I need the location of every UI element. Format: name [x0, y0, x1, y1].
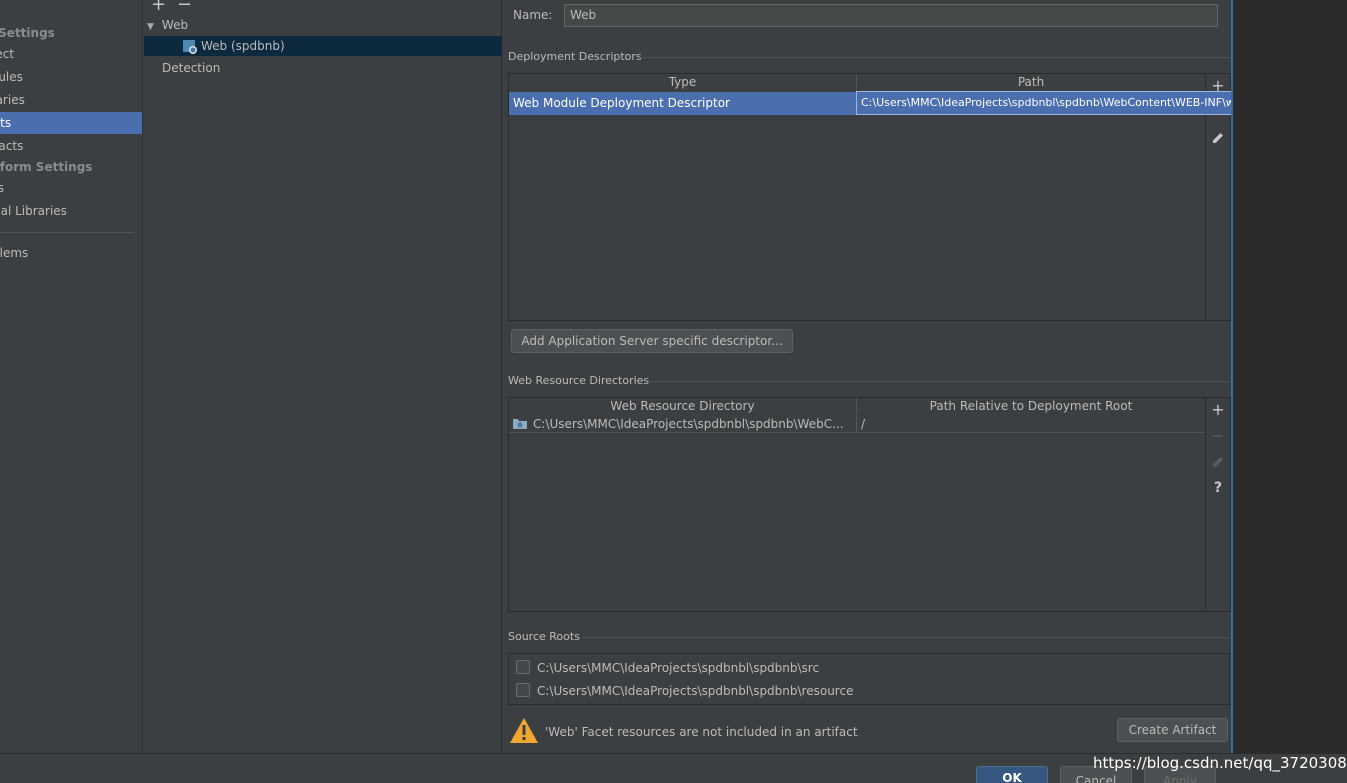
edit-descriptor-icon[interactable]	[1206, 126, 1230, 150]
remove-facet-icon[interactable]: −	[177, 0, 192, 15]
nav-item-global-libraries[interactable]: Global Libraries	[0, 200, 142, 222]
group-divider	[583, 637, 1230, 638]
source-root-checkbox[interactable]	[516, 659, 530, 674]
source-root-label: C:\Users\MMC\IdeaProjects\spdbnbl\spdbnb…	[537, 661, 820, 675]
nav-item-libraries[interactable]: Libraries	[0, 89, 142, 111]
background-area	[1233, 0, 1347, 753]
table-row[interactable]: C:\Users\MMC\IdeaProjects\spdbnbl\spdbnb…	[509, 416, 1206, 433]
tree-node-web-spdbnb-label: Web (spdbnb)	[201, 39, 285, 53]
web-resource-directories-title: Web Resource Directories	[508, 374, 650, 387]
column-header-relative-path[interactable]: Path Relative to Deployment Root	[857, 398, 1206, 415]
column-header-resource-dir[interactable]: Web Resource Directory	[509, 398, 857, 415]
descriptor-type-cell[interactable]: Web Module Deployment Descriptor	[509, 92, 857, 115]
nav-item-modules[interactable]: Modules	[0, 66, 142, 88]
source-root-item[interactable]: C:\Users\MMC\IdeaProjects\spdbnbl\spdbnb…	[516, 681, 853, 701]
add-facet-icon[interactable]: +	[151, 0, 166, 15]
relative-path-cell[interactable]: /	[857, 416, 1206, 433]
help-icon[interactable]: ?	[1206, 476, 1230, 500]
add-server-descriptor-button[interactable]: Add Application Server specific descript…	[511, 329, 793, 353]
create-artifact-button[interactable]: Create Artifact	[1117, 718, 1228, 742]
nav-item-sdks[interactable]: SDKs	[0, 177, 142, 199]
table-header: Web Resource Directory Path Relative to …	[509, 398, 1206, 415]
nav-header-platform-settings: Platform Settings	[0, 160, 93, 174]
web-facet-icon	[183, 40, 197, 54]
column-header-path[interactable]: Path	[857, 74, 1206, 91]
tree-node-web-label: Web	[161, 18, 189, 32]
source-root-label: C:\Users\MMC\IdeaProjects\spdbnbl\spdbnb…	[537, 684, 854, 698]
add-descriptor-icon[interactable]: +	[1206, 74, 1230, 98]
nav-item-problems[interactable]: Problems	[0, 242, 142, 264]
watermark-text: https://blog.csdn.net/qq_37203082	[1093, 754, 1347, 772]
deployment-toolbar: +	[1206, 74, 1230, 154]
nav-item-facets[interactable]: Facets	[0, 112, 142, 134]
source-root-item[interactable]: C:\Users\MMC\IdeaProjects\spdbnbl\spdbnb…	[516, 658, 819, 678]
tree-node-web[interactable]: ▼ Web	[147, 15, 188, 35]
name-input[interactable]: Web	[564, 4, 1218, 27]
facet-tree-panel: + − ▼ Web Web (spdbnb) Detection	[144, 0, 502, 753]
nav-item-artifacts[interactable]: Artifacts	[0, 135, 142, 157]
tree-node-detection[interactable]: Detection	[162, 58, 220, 78]
column-header-type[interactable]: Type	[509, 74, 857, 91]
table-header: Type Path	[509, 74, 1206, 91]
nav-header-project-settings: ect Settings	[0, 26, 55, 40]
resources-toolbar: + − ?	[1206, 398, 1230, 508]
warning-message: 'Web' Facet resources are not included i…	[545, 725, 858, 739]
facet-settings-panel: Name: Web Deployment Descriptors Type Pa…	[503, 0, 1321, 753]
nav-item-project[interactable]: Project	[0, 43, 142, 65]
tree-node-web-spdbnb[interactable]: Web (spdbnb)	[144, 36, 502, 56]
resource-dir-cell[interactable]: C:\Users\MMC\IdeaProjects\spdbnbl\spdbnb…	[529, 416, 857, 433]
deployment-descriptors-title: Deployment Descriptors	[508, 50, 642, 63]
source-roots-title: Source Roots	[508, 630, 580, 643]
add-resource-icon[interactable]: +	[1206, 398, 1230, 422]
web-resources-table: Web Resource Directory Path Relative to …	[508, 397, 1231, 612]
remove-resource-icon[interactable]: −	[1206, 424, 1230, 448]
folder-icon	[513, 419, 527, 429]
tree-node-detection-label: Detection	[162, 61, 221, 75]
group-divider	[650, 381, 1230, 382]
group-divider	[640, 57, 1230, 58]
source-root-checkbox[interactable]	[516, 682, 530, 697]
edit-resource-icon[interactable]	[1206, 450, 1230, 474]
settings-nav: ect Settings Project Modules Libraries F…	[0, 0, 143, 753]
expand-arrow-icon[interactable]: ▼	[147, 22, 154, 32]
nav-separator	[0, 232, 135, 233]
ok-button[interactable]: OK	[976, 766, 1048, 783]
warning-icon	[510, 718, 538, 743]
name-label: Name:	[513, 8, 553, 22]
